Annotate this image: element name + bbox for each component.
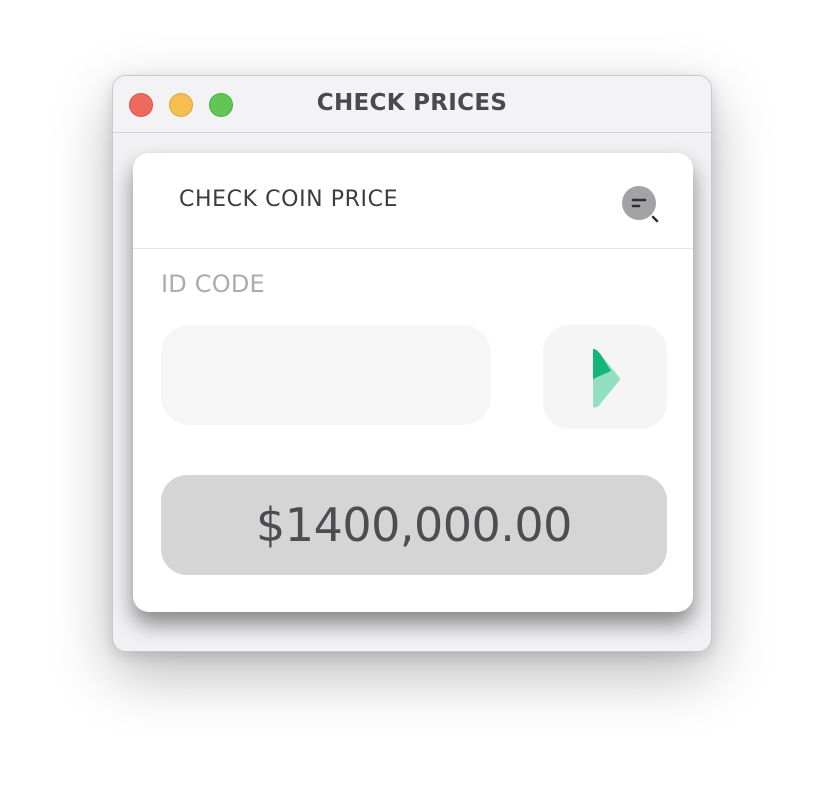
search-button[interactable] (621, 186, 659, 224)
price-display: $1400,000.00 (161, 475, 667, 575)
id-code-label: ID CODE (161, 270, 265, 298)
check-price-button[interactable] (543, 325, 667, 429)
id-code-input[interactable] (161, 325, 491, 425)
card-title: CHECK COIN PRICE (179, 187, 399, 212)
price-check-card: CHECK COIN PRICE ID CODE $1400,000.00 (133, 153, 693, 612)
window-title: CHECK PRICES (316, 90, 508, 116)
app-window: CHECK PRICES CHECK COIN PRICE ID CODE $1… (112, 75, 712, 652)
search-icon (622, 186, 659, 223)
play-arrow-icon (593, 349, 620, 408)
card-header: CHECK COIN PRICE (133, 153, 693, 249)
title-bar[interactable]: CHECK PRICES (113, 76, 711, 133)
